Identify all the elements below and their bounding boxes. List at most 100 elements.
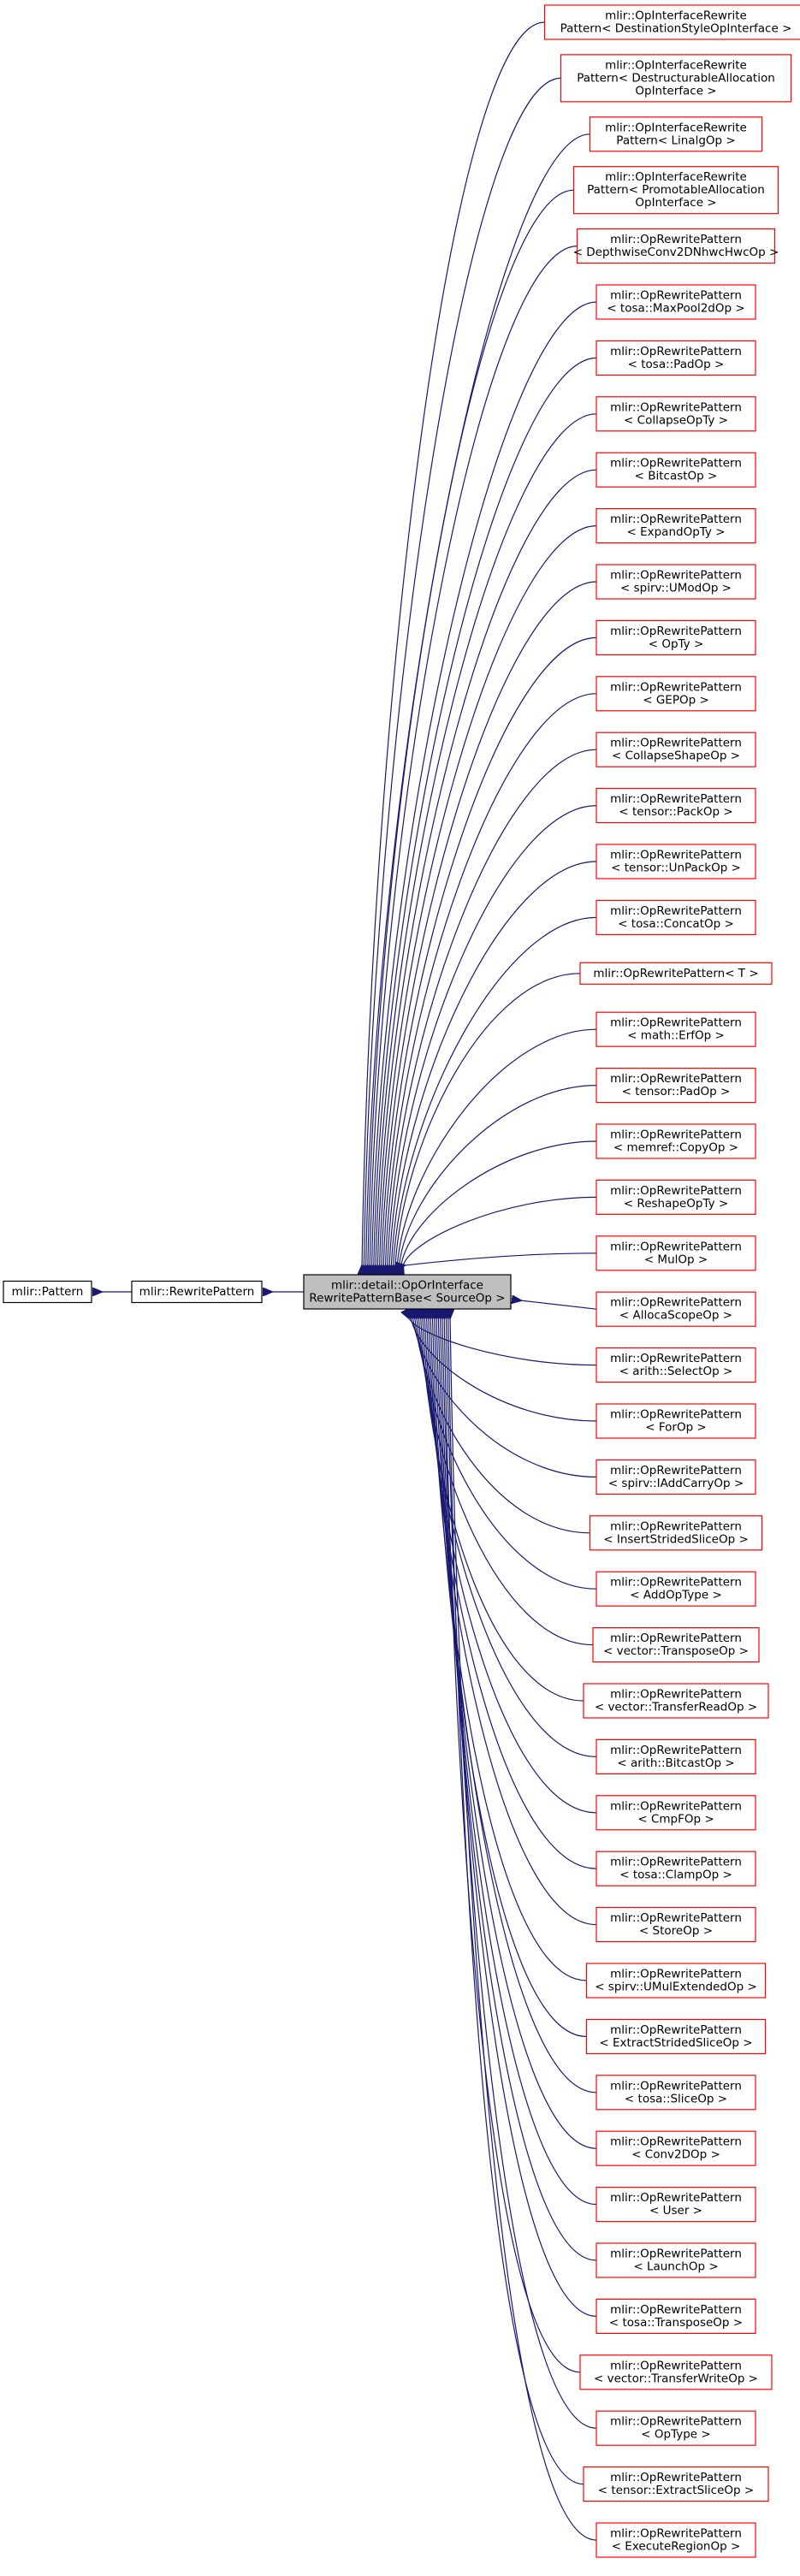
- child-node-mlir-oprewritepattern-tensor-padop[interactable]: mlir::OpRewritePattern< tensor::PadOp >: [596, 1067, 756, 1104]
- child-node-mlir-oprewritepattern-math-erfop[interactable]: mlir::OpRewritePattern< math::ErfOp >: [596, 1011, 756, 1047]
- child-node-mlir-oprewritepattern-tosa-padop[interactable]: mlir::OpRewritePattern< tosa::PadOp >: [596, 340, 756, 376]
- child-label-line: mlir::OpRewritePattern: [610, 1576, 742, 1590]
- child-label-line: < tosa::ConcatOp >: [618, 917, 734, 931]
- child-label-line: < tosa::MaxPool2dOp >: [607, 302, 744, 316]
- child-node-mlir-oprewritepattern-tosa-clampop[interactable]: mlir::OpRewritePattern< tosa::ClampOp >: [596, 1851, 756, 1886]
- child-label-line: mlir::OpInterfaceRewrite: [605, 170, 747, 184]
- child-node-mlir-opinterfacerewrite-pattern-linalgop[interactable]: mlir::OpInterfaceRewritePattern< LinalgO…: [589, 116, 763, 152]
- child-label-line: < ReshapeOpTy >: [624, 1197, 728, 1211]
- child-node-mlir-oprewritepattern-vector-transposeop[interactable]: mlir::OpRewritePattern< vector::Transpos…: [592, 1626, 760, 1663]
- child-node-mlir-oprewritepattern-cmpfop[interactable]: mlir::OpRewritePattern< CmpFOp >: [596, 1795, 756, 1831]
- child-node-mlir-oprewritepattern-storeop[interactable]: mlir::OpRewritePattern< StoreOp >: [596, 1907, 756, 1943]
- child-node-mlir-oprewritepattern-depthwiseconv2dnhwchwcop[interactable]: mlir::OpRewritePattern< DepthwiseConv2DN…: [573, 228, 779, 264]
- edge-child-to-focus: [441, 1318, 597, 2261]
- child-node-mlir-oprewritepattern-tensor-packop[interactable]: mlir::OpRewritePattern< tensor::PackOp >: [596, 787, 756, 824]
- child-label-line: < tensor::ExtractSliceOp >: [598, 2484, 754, 2497]
- child-label-line: < DepthwiseConv2DNhwcHwcOp >: [573, 246, 779, 259]
- child-node-mlir-oprewritepattern-executeregionop[interactable]: mlir::OpRewritePattern< ExecuteRegionOp …: [596, 2522, 756, 2558]
- child-label-line: mlir::OpRewritePattern: [610, 680, 742, 694]
- child-node-mlir-oprewritepattern-vector-transferwriteop[interactable]: mlir::OpRewritePattern< vector::Transfer…: [579, 2354, 773, 2390]
- child-node-mlir-oprewritepattern-insertstridedsliceop[interactable]: mlir::OpRewritePattern< InsertStridedSli…: [589, 1515, 763, 1551]
- child-node-mlir-oprewritepattern-t[interactable]: mlir::OpRewritePattern< T >: [579, 962, 773, 985]
- child-label-line: < ForOp >: [645, 1421, 707, 1435]
- child-node-mlir-oprewritepattern-arith-selectop[interactable]: mlir::OpRewritePattern< arith::SelectOp …: [596, 1347, 756, 1383]
- child-node-mlir-oprewritepattern-spirv-umulextendedop[interactable]: mlir::OpRewritePattern< spirv::UMulExten…: [585, 1963, 767, 1999]
- child-node-mlir-oprewritepattern-reshapeopty[interactable]: mlir::OpRewritePattern< ReshapeOpTy >: [596, 1179, 756, 1216]
- child-label-line: < AllocaScopeOp >: [619, 1309, 732, 1323]
- child-node-mlir-oprewritepattern-vector-transferreadop[interactable]: mlir::OpRewritePattern< vector::Transfer…: [583, 1683, 769, 1719]
- edge-child-to-focus: [397, 1028, 597, 1265]
- child-node-mlir-oprewritepattern-tosa-transposeop[interactable]: mlir::OpRewritePattern< tosa::TransposeO…: [596, 2298, 756, 2334]
- child-label-line: mlir::OpRewritePattern: [610, 1128, 742, 1142]
- child-label-line: mlir::OpRewritePattern: [610, 1240, 742, 1253]
- child-node-mlir-oprewritepattern-conv2dop[interactable]: mlir::OpRewritePattern< Conv2DOp >: [596, 2130, 756, 2166]
- child-node-mlir-oprewritepattern-gepop[interactable]: mlir::OpRewritePattern< GEPOp >: [596, 676, 756, 712]
- child-label-line: mlir::OpRewritePattern: [610, 1016, 742, 1030]
- child-label-line: < vector::TransferReadOp >: [595, 1701, 757, 1714]
- child-node-mlir-oprewritepattern-tosa-concatop[interactable]: mlir::OpRewritePattern< tosa::ConcatOp >: [596, 899, 756, 936]
- child-node-mlir-opinterfacerewrite-pattern-destructurableallocation-opinterface[interactable]: mlir::OpInterfaceRewritePattern< Destruc…: [560, 54, 792, 103]
- child-label-line: mlir::OpRewritePattern: [610, 1072, 742, 1086]
- child-label-line: < spirv::UMulExtendedOp >: [595, 1981, 757, 1994]
- child-label-line: mlir::OpRewritePattern: [610, 2079, 742, 2093]
- edge-child-to-focus: [395, 973, 581, 1265]
- child-node-mlir-oprewritepattern-spirv-iaddcarryop[interactable]: mlir::OpRewritePattern< spirv::IAddCarry…: [596, 1459, 756, 1495]
- node-pattern-label-line: mlir::Pattern: [12, 1285, 84, 1299]
- edge-child-to-focus: [372, 301, 597, 1265]
- edge-child-to-focus: [377, 469, 597, 1265]
- child-node-mlir-oprewritepattern-extractstridedsliceop[interactable]: mlir::OpRewritePattern< ExtractStridedSl…: [585, 2018, 767, 2054]
- edge-child-to-focus: [405, 1252, 597, 1265]
- child-label-line: mlir::OpRewritePattern: [610, 345, 742, 358]
- edge-child-to-focus: [386, 693, 597, 1265]
- child-label-line: < spirv::IAddCarryOp >: [608, 1477, 744, 1490]
- child-node-mlir-oprewritepattern-user[interactable]: mlir::OpRewritePattern< User >: [596, 2187, 756, 2223]
- child-node-mlir-oprewritepattern-expandopty[interactable]: mlir::OpRewritePattern< ExpandOpTy >: [596, 507, 756, 544]
- child-node-mlir-oprewritepattern-launchop[interactable]: mlir::OpRewritePattern< LaunchOp >: [596, 2242, 756, 2278]
- child-node-mlir-oprewritepattern-spirv-umodop[interactable]: mlir::OpRewritePattern< spirv::UModOp >: [596, 564, 756, 600]
- child-node-mlir-oprewritepattern-tosa-sliceop[interactable]: mlir::OpRewritePattern< tosa::SliceOp >: [596, 2075, 756, 2111]
- child-label-line: < Conv2DOp >: [631, 2148, 720, 2162]
- child-node-mlir-opinterfacerewrite-pattern-destinationstyleopinterface[interactable]: mlir::OpInterfaceRewritePattern< Destina…: [543, 4, 800, 40]
- child-node-mlir-oprewritepattern-collapseopty[interactable]: mlir::OpRewritePattern< CollapseOpTy >: [596, 396, 756, 432]
- node-rewrite-pattern-label-line: mlir::RewritePattern: [139, 1285, 255, 1299]
- child-node-mlir-oprewritepattern-addoptype[interactable]: mlir::OpRewritePattern< AddOpType >: [596, 1571, 756, 1607]
- child-node-mlir-oprewritepattern-opty[interactable]: mlir::OpRewritePattern< OpTy >: [596, 619, 756, 656]
- child-label-line: Pattern< DestructurableAllocation: [577, 71, 775, 85]
- child-label-line: mlir::OpRewritePattern: [610, 1519, 742, 1533]
- child-label-line: mlir::OpInterfaceRewrite: [605, 121, 747, 134]
- child-label-line: mlir::OpInterfaceRewrite: [605, 9, 747, 23]
- child-node-mlir-oprewritepattern-bitcastop[interactable]: mlir::OpRewritePattern< BitcastOp >: [596, 452, 756, 488]
- child-label-line: mlir::OpRewritePattern: [610, 1799, 742, 1813]
- child-label-line: < LaunchOp >: [633, 2260, 718, 2274]
- child-node-mlir-oprewritepattern-memref-copyop[interactable]: mlir::OpRewritePattern< memref::CopyOp >: [596, 1123, 756, 1159]
- child-node-mlir-oprewritepattern-forop[interactable]: mlir::OpRewritePattern< ForOp >: [596, 1403, 756, 1439]
- child-label-line: < tosa::SliceOp >: [625, 2092, 727, 2105]
- child-node-mlir-opinterfacerewrite-pattern-promotableallocation-opinterface[interactable]: mlir::OpInterfaceRewritePattern< Promota…: [572, 166, 779, 215]
- child-label-line: < User >: [649, 2204, 702, 2218]
- child-node-mlir-oprewritepattern-mulop[interactable]: mlir::OpRewritePattern< MulOp >: [596, 1235, 756, 1271]
- child-label-line: mlir::OpRewritePattern: [610, 1408, 742, 1422]
- edge-child-to-focus: [521, 1300, 597, 1310]
- child-node-mlir-oprewritepattern-allocascopeop[interactable]: mlir::OpRewritePattern< AllocaScopeOp >: [596, 1291, 756, 1327]
- child-node-mlir-oprewritepattern-tensor-unpackop[interactable]: mlir::OpRewritePattern< tensor::UnPackOp…: [596, 844, 756, 879]
- child-label-line: mlir::OpRewritePattern: [610, 849, 742, 862]
- child-label-line: mlir::OpRewritePattern: [610, 2023, 742, 2037]
- child-label-line: < BitcastOp >: [635, 470, 718, 483]
- child-node-mlir-oprewritepattern-arith-bitcastop[interactable]: mlir::OpRewritePattern< arith::BitcastOp…: [596, 1738, 756, 1775]
- child-node-mlir-oprewritepattern-tosa-maxpool2dop[interactable]: mlir::OpRewritePattern< tosa::MaxPool2dO…: [596, 284, 756, 320]
- child-label-line: Pattern< PromotableAllocation: [587, 183, 765, 197]
- child-label-line: < CollapseShapeOp >: [612, 749, 740, 763]
- edge-child-to-focus: [401, 1140, 597, 1265]
- child-node-mlir-oprewritepattern-collapseshapeop[interactable]: mlir::OpRewritePattern< CollapseShapeOp …: [596, 731, 756, 767]
- child-label-line: mlir::OpRewritePattern: [610, 2527, 742, 2541]
- edge-child-to-focus: [438, 1318, 597, 2206]
- child-label-line: mlir::OpRewritePattern: [610, 569, 742, 583]
- child-node-mlir-oprewritepattern-tensor-extractsliceop[interactable]: mlir::OpRewritePattern< tensor::ExtractS…: [583, 2466, 769, 2502]
- child-label-line: mlir::OpRewritePattern: [610, 2191, 742, 2205]
- child-label-line: < CollapseOpTy >: [624, 413, 728, 427]
- child-node-mlir-oprewritepattern-optype[interactable]: mlir::OpRewritePattern< OpType >: [596, 2410, 756, 2446]
- child-label-line: mlir::OpRewritePattern: [610, 1184, 742, 1198]
- child-label-line: < OpType >: [641, 2428, 710, 2442]
- child-label-line: < tensor::UnPackOp >: [611, 862, 741, 875]
- child-label-line: mlir::OpRewritePattern: [610, 625, 742, 638]
